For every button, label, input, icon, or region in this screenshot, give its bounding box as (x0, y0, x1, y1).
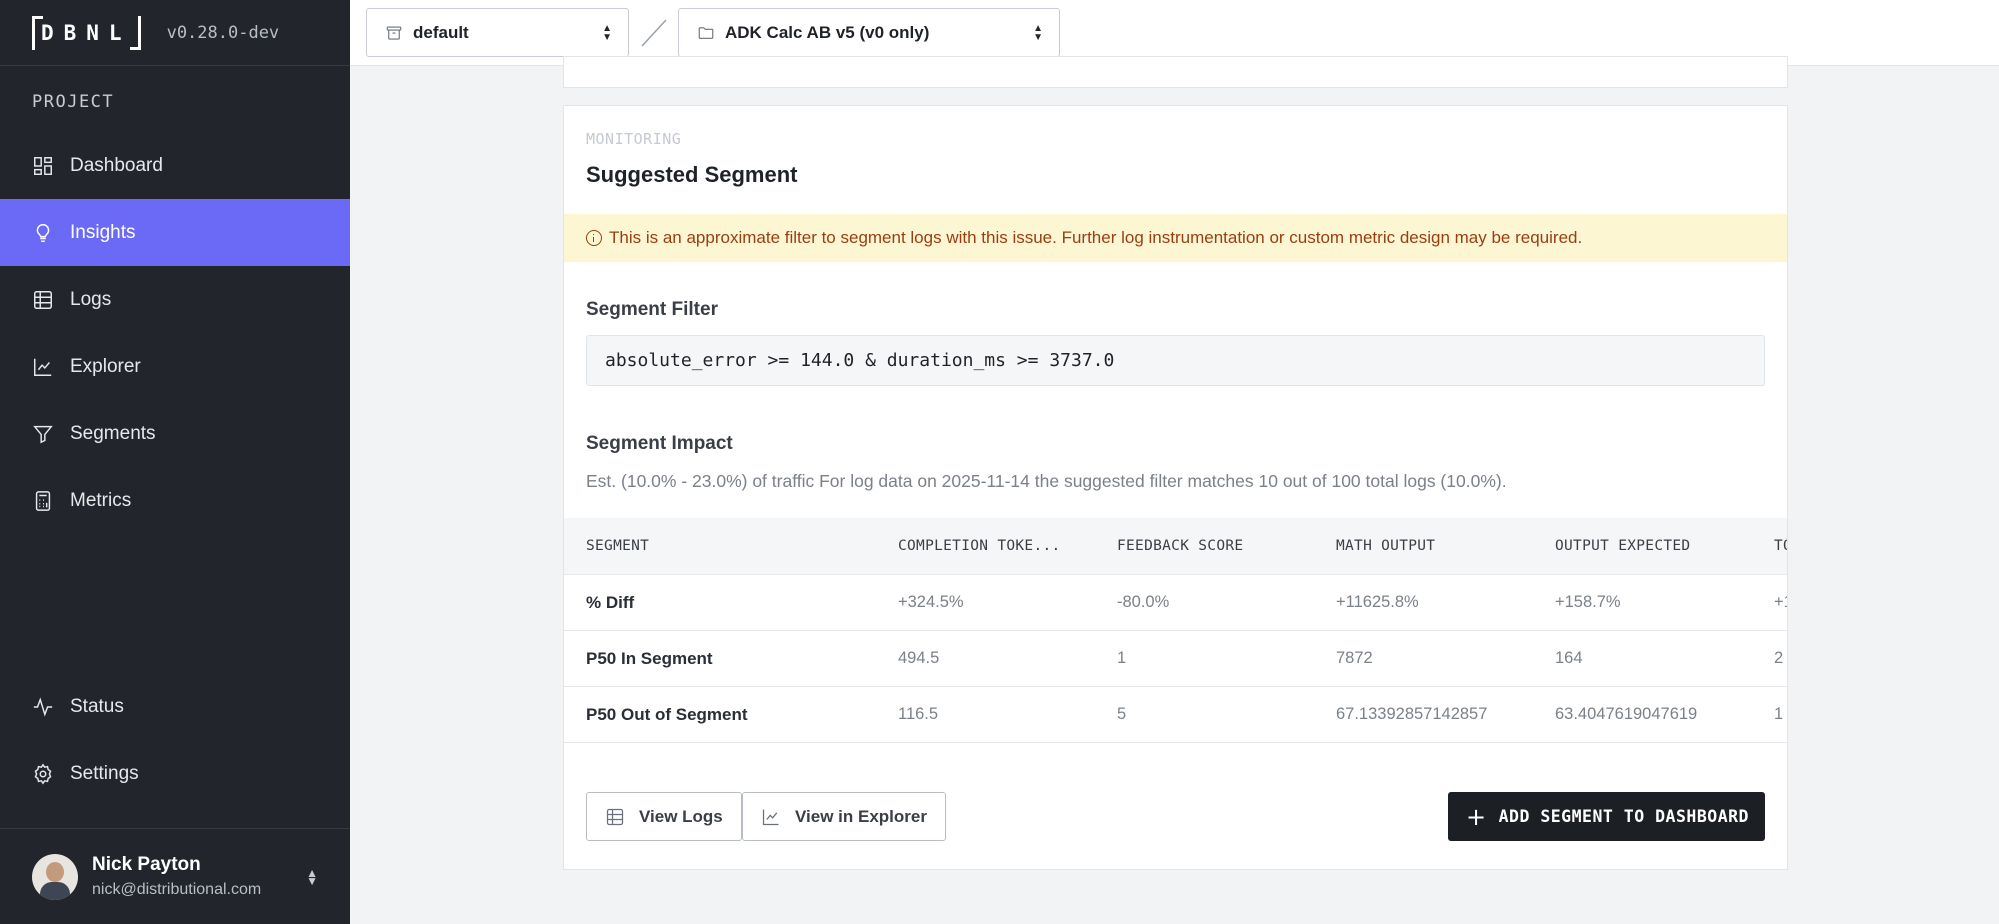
segment-filter-expression[interactable]: absolute_error >= 144.0 & duration_ms >=… (586, 335, 1765, 386)
view-logs-button[interactable]: View Logs (586, 792, 742, 841)
table-icon (32, 289, 54, 311)
segment-impact-title: Segment Impact (586, 433, 733, 454)
line-chart-icon (762, 809, 779, 825)
column-header[interactable]: OUTPUT EXPECTED (1555, 538, 1690, 554)
sidebar-item-label: Settings (70, 762, 139, 784)
table-cell: 116.5 (898, 705, 939, 723)
table-cell: +11625.8% (1336, 593, 1419, 611)
folder-icon (697, 24, 715, 42)
avatar (32, 853, 78, 900)
table-cell: 1 (1774, 705, 1784, 723)
sidebar-item-insights[interactable]: Insights (0, 199, 350, 266)
namespace-select-value: default (413, 22, 469, 42)
sidebar-bottom-nav: Status Settings (0, 673, 350, 807)
table-icon (606, 808, 624, 825)
table-cell: -80.0% (1117, 593, 1170, 611)
sidebar-item-settings[interactable]: Settings (0, 740, 350, 807)
activity-icon (32, 696, 54, 718)
chevron-up-down-icon[interactable]: ▲ ▼ (306, 867, 318, 887)
table-header-row: SEGMENT COMPLETION TOKE... FEEDBACK SCOR… (564, 518, 1787, 575)
table-cell: 5 (1117, 705, 1127, 723)
dashboard-icon (32, 155, 54, 177)
sidebar: DBNL v0.28.0-dev PROJECT Dashboard Insig… (0, 0, 350, 924)
column-header: SEGMENT (586, 538, 650, 554)
card-title: Suggested Segment (586, 162, 798, 187)
column-header[interactable]: MATH OUTPUT (1336, 538, 1435, 554)
sidebar-item-segments[interactable]: Segments (0, 400, 350, 467)
table-cell: +1 (1774, 593, 1787, 611)
suggested-segment-card: MONITORING Suggested Segment This is an … (563, 105, 1788, 870)
table-cell: % Diff (586, 592, 635, 612)
view-in-explorer-label: View in Explorer (795, 806, 927, 826)
segment-impact-text: Est. (10.0% - 23.0%) of traffic For log … (586, 471, 1507, 491)
breadcrumb-separator (641, 19, 667, 47)
table-cell: +158.7% (1555, 593, 1621, 611)
archive-icon (385, 24, 403, 42)
sidebar-item-label: Explorer (70, 355, 141, 377)
segment-filter-title: Segment Filter (586, 299, 718, 320)
table-cell: 7872 (1336, 649, 1373, 667)
sidebar-item-label: Segments (70, 422, 156, 444)
view-logs-label: View Logs (639, 806, 723, 826)
column-header[interactable]: FEEDBACK SCORE (1117, 538, 1243, 554)
table-row: P50 In Segment 494.5 1 7872 164 2 (564, 631, 1787, 687)
table-row: % Diff +324.5% -80.0% +11625.8% +158.7% … (564, 575, 1787, 631)
sidebar-item-label: Insights (70, 221, 136, 243)
add-segment-label: ADD SEGMENT TO DASHBOARD (1498, 807, 1749, 826)
alert-text: This is an approximate filter to segment… (609, 228, 1583, 247)
card-eyebrow: MONITORING (586, 130, 682, 148)
table-cell: P50 Out of Segment (586, 704, 748, 724)
table-cell: 63.4047619047619 (1555, 705, 1698, 723)
column-header[interactable]: TO (1774, 538, 1787, 554)
logo-text: DBNL (41, 20, 132, 45)
plus-icon: + (1465, 802, 1487, 831)
chevron-up-down-icon: ▲ ▼ (1033, 23, 1043, 43)
table-cell: P50 In Segment (586, 648, 713, 668)
sidebar-item-explorer[interactable]: Explorer (0, 333, 350, 400)
user-menu[interactable]: Nick Payton nick@distributional.com ▲ ▼ (0, 828, 350, 924)
table-cell: 1 (1117, 649, 1127, 667)
add-segment-to-dashboard-button[interactable]: + ADD SEGMENT TO DASHBOARD (1447, 792, 1765, 841)
table-cell: 164 (1555, 649, 1583, 667)
project-select[interactable]: ADK Calc AB v5 (v0 only) ▲ ▼ (678, 8, 1060, 57)
namespace-select[interactable]: default ▲ ▼ (366, 8, 629, 57)
lightbulb-icon (32, 222, 54, 244)
section-label-project: PROJECT (32, 92, 115, 112)
user-email: nick@distributional.com (92, 881, 262, 898)
view-in-explorer-button[interactable]: View in Explorer (742, 792, 946, 841)
logo[interactable]: DBNL (32, 15, 141, 50)
user-name: Nick Payton (92, 854, 201, 875)
calculator-icon (32, 490, 54, 512)
line-chart-icon (32, 356, 54, 378)
table-row: P50 Out of Segment 116.5 5 67.1339285714… (564, 687, 1787, 743)
sidebar-item-label: Status (70, 695, 124, 717)
warning-alert: This is an approximate filter to segment… (564, 214, 1787, 262)
sidebar-item-status[interactable]: Status (0, 673, 350, 740)
gear-icon (32, 763, 54, 785)
sidebar-item-dashboard[interactable]: Dashboard (0, 132, 350, 199)
version-label: v0.28.0-dev (166, 22, 280, 43)
sidebar-item-label: Dashboard (70, 154, 163, 176)
user-info: Nick Payton nick@distributional.com (92, 854, 261, 899)
sidebar-item-logs[interactable]: Logs (0, 266, 350, 333)
previous-card (563, 56, 1788, 88)
table-cell: 494.5 (898, 649, 940, 667)
table-cell: 2 (1774, 649, 1784, 667)
brand-header: DBNL v0.28.0-dev (0, 0, 350, 66)
project-select-value: ADK Calc AB v5 (v0 only) (725, 22, 930, 42)
sidebar-item-label: Metrics (70, 489, 132, 511)
filter-icon (32, 423, 54, 445)
column-header[interactable]: COMPLETION TOKE... (898, 538, 1061, 554)
sidebar-item-label: Logs (70, 288, 112, 310)
table-cell: 67.13392857142857 (1336, 705, 1488, 723)
table-cell: +324.5% (898, 593, 964, 611)
segment-table: SEGMENT COMPLETION TOKE... FEEDBACK SCOR… (564, 518, 1787, 743)
info-icon (586, 230, 602, 246)
chevron-up-down-icon: ▲ ▼ (602, 23, 612, 43)
sidebar-item-metrics[interactable]: Metrics (0, 467, 350, 534)
